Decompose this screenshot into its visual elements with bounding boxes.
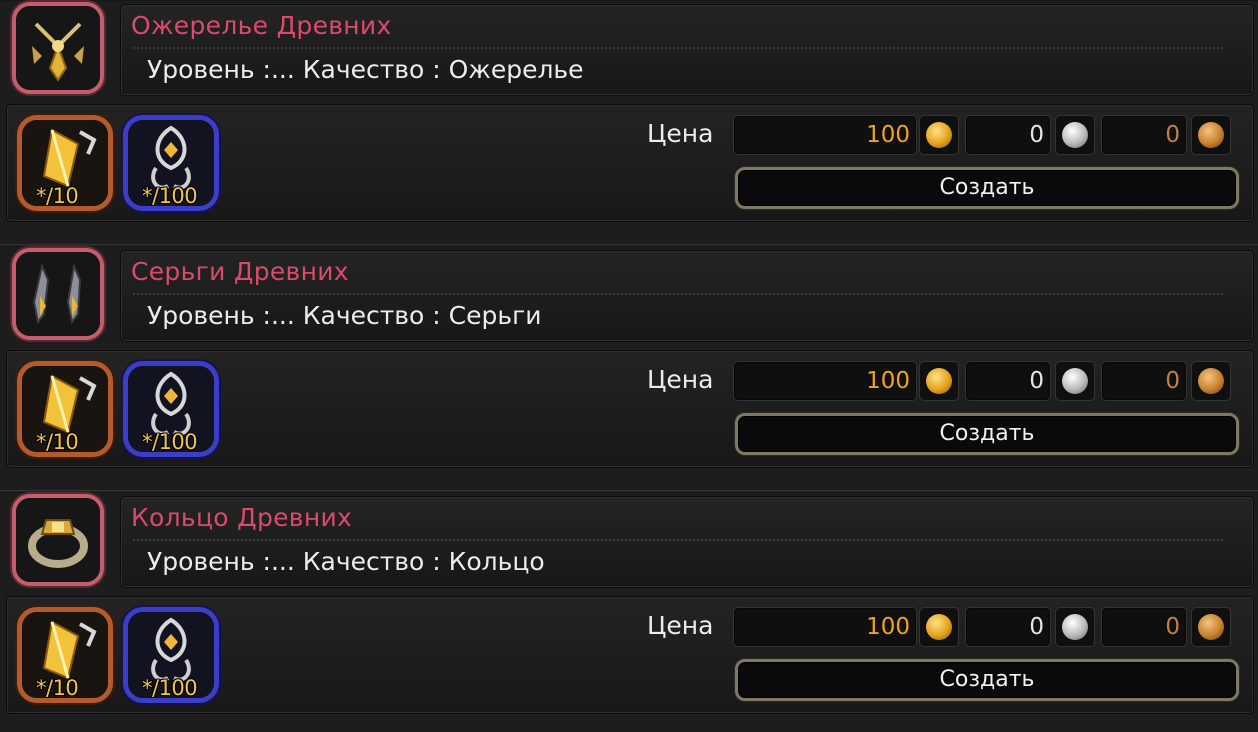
gold-coin-icon — [919, 115, 959, 155]
silver-coin-icon — [1055, 115, 1095, 155]
material-count: */10 — [36, 430, 79, 454]
bronze-price-field: 0 — [1101, 115, 1187, 155]
gold-price-field: 100 — [733, 607, 917, 647]
gold-crystal-icon[interactable]: */10 — [17, 607, 113, 703]
material-count: */100 — [142, 184, 198, 208]
gold-price-field: 100 — [733, 361, 917, 401]
necklace-icon[interactable] — [12, 2, 104, 94]
silver-price-field: 0 — [965, 361, 1051, 401]
material-count: */10 — [36, 184, 79, 208]
item-info: Уровень :... Качество : Кольцо — [147, 547, 545, 576]
bronze-coin-icon — [1191, 115, 1231, 155]
create-button[interactable]: Создать — [735, 167, 1239, 209]
recipe-card: Серьги Древних Уровень :... Качество : С… — [0, 244, 1258, 486]
earrings-icon[interactable] — [12, 248, 104, 340]
item-name: Серьги Древних — [131, 257, 349, 286]
gold-price-value: 100 — [866, 368, 910, 394]
gold-crystal-icon[interactable]: */10 — [17, 361, 113, 457]
gold-coin-icon — [919, 361, 959, 401]
price-label: Цена — [647, 365, 714, 394]
recipe-body: */10 */100 Цена 100 0 0 Создать — [6, 350, 1254, 468]
silver-ornament-icon[interactable]: */100 — [123, 115, 219, 211]
bronze-price-field: 0 — [1101, 361, 1187, 401]
silver-coin-icon — [1055, 607, 1095, 647]
gold-coin-icon — [919, 607, 959, 647]
recipe-header: Ожерелье Древних Уровень :... Качество :… — [120, 4, 1254, 96]
bronze-coin-icon — [1191, 607, 1231, 647]
bronze-price-value: 0 — [1165, 368, 1180, 394]
recipe-card: Кольцо Древних Уровень :... Качество : К… — [0, 490, 1258, 732]
item-name: Ожерелье Древних — [131, 11, 392, 40]
silver-price-value: 0 — [1029, 614, 1044, 640]
gold-price-value: 100 — [866, 122, 910, 148]
material-count: */10 — [36, 676, 79, 700]
silver-price-value: 0 — [1029, 122, 1044, 148]
divider — [133, 539, 1223, 541]
silver-ornament-icon[interactable]: */100 — [123, 607, 219, 703]
gold-price-value: 100 — [866, 614, 910, 640]
bronze-price-field: 0 — [1101, 607, 1187, 647]
ring-icon[interactable] — [12, 494, 104, 586]
bronze-price-value: 0 — [1165, 614, 1180, 640]
create-button[interactable]: Создать — [735, 413, 1239, 455]
recipe-card: Ожерелье Древних Уровень :... Качество :… — [0, 0, 1258, 240]
item-name: Кольцо Древних — [131, 503, 353, 532]
recipe-header: Кольцо Древних Уровень :... Качество : К… — [120, 496, 1254, 588]
silver-ornament-icon[interactable]: */100 — [123, 361, 219, 457]
material-count: */100 — [142, 676, 198, 700]
item-info: Уровень :... Качество : Ожерелье — [147, 55, 584, 84]
create-button[interactable]: Создать — [735, 659, 1239, 701]
item-info: Уровень :... Качество : Серьги — [147, 301, 542, 330]
material-count: */100 — [142, 430, 198, 454]
bronze-price-value: 0 — [1165, 122, 1180, 148]
silver-price-value: 0 — [1029, 368, 1044, 394]
silver-coin-icon — [1055, 361, 1095, 401]
gold-price-field: 100 — [733, 115, 917, 155]
price-label: Цена — [647, 119, 714, 148]
bronze-coin-icon — [1191, 361, 1231, 401]
silver-price-field: 0 — [965, 607, 1051, 647]
recipe-body: */10 */100 Цена 100 0 0 Создать — [6, 104, 1254, 222]
recipe-body: */10 */100 Цена 100 0 0 Создать — [6, 596, 1254, 714]
recipe-header: Серьги Древних Уровень :... Качество : С… — [120, 250, 1254, 342]
silver-price-field: 0 — [965, 115, 1051, 155]
divider — [133, 47, 1223, 49]
divider — [133, 293, 1223, 295]
price-label: Цена — [647, 611, 714, 640]
gold-crystal-icon[interactable]: */10 — [17, 115, 113, 211]
